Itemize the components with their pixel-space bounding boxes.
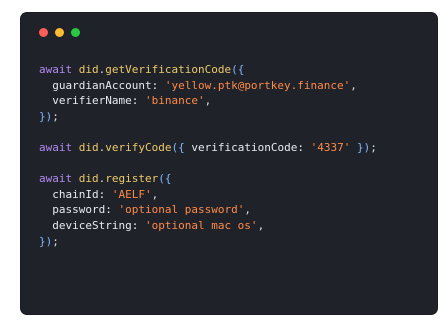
code-line: }); <box>39 109 377 125</box>
code-token: ; <box>52 234 59 248</box>
code-token: , <box>244 203 251 217</box>
code-token: guardianAccount: <box>39 78 165 92</box>
code-token: 'optional password' <box>118 203 245 217</box>
code-token: 'binance' <box>144 94 205 108</box>
code-token: did <box>78 140 99 154</box>
code-token: }) <box>39 234 53 248</box>
close-dot-icon[interactable] <box>39 27 48 37</box>
code-line: await did.getVerificationCode({ <box>39 62 377 78</box>
window-controls <box>39 26 80 38</box>
code-token: 'optional mac os' <box>144 218 258 232</box>
code-token: '4337' <box>310 140 351 154</box>
code-token: 'AELF' <box>111 187 152 201</box>
code-token: await <box>39 63 79 76</box>
code-token: , <box>151 187 159 201</box>
code-token: verifyCode <box>105 140 172 154</box>
code-token: did <box>78 63 99 76</box>
code-block: await did.getVerificationCode({ guardian… <box>39 62 377 249</box>
code-token: , <box>350 78 357 92</box>
code-token: await <box>39 140 79 154</box>
code-token: ({ <box>171 140 192 154</box>
code-line: chainId: 'AELF', <box>39 187 377 203</box>
code-token: deviceString: <box>39 218 145 232</box>
code-token: chainId: <box>39 187 112 201</box>
code-token: await <box>39 172 79 186</box>
maximize-dot-icon[interactable] <box>71 27 80 37</box>
code-token: ; <box>370 140 377 154</box>
code-token: register <box>105 172 159 186</box>
code-token: }) <box>39 109 53 123</box>
code-token: ({ <box>158 172 172 186</box>
code-line: }); <box>39 234 377 250</box>
code-line: await did.register({ <box>39 171 377 187</box>
code-token: password: <box>39 203 119 217</box>
code-token: 'yellow.ptk@portkey.finance' <box>164 78 351 92</box>
code-line: deviceString: 'optional mac os', <box>39 218 377 234</box>
code-token: verifierName: <box>39 94 145 108</box>
code-line: verifierName: 'binance', <box>39 93 377 109</box>
minimize-dot-icon[interactable] <box>55 27 64 37</box>
code-token: verificationCode: <box>191 140 311 154</box>
code-token: ({ <box>231 63 245 76</box>
code-token: , <box>204 94 212 108</box>
code-token: , <box>257 218 265 232</box>
code-line: await did.verifyCode({ verificationCode:… <box>39 140 377 156</box>
code-line: guardianAccount: 'yellow.ptk@portkey.fin… <box>39 78 377 94</box>
code-token: }) <box>350 140 371 154</box>
code-line: password: 'optional password', <box>39 202 377 218</box>
code-window: await did.getVerificationCode({ guardian… <box>21 13 437 314</box>
code-token: ; <box>52 109 59 123</box>
code-token: getVerificationCode <box>105 63 232 76</box>
code-token: did <box>78 172 99 186</box>
